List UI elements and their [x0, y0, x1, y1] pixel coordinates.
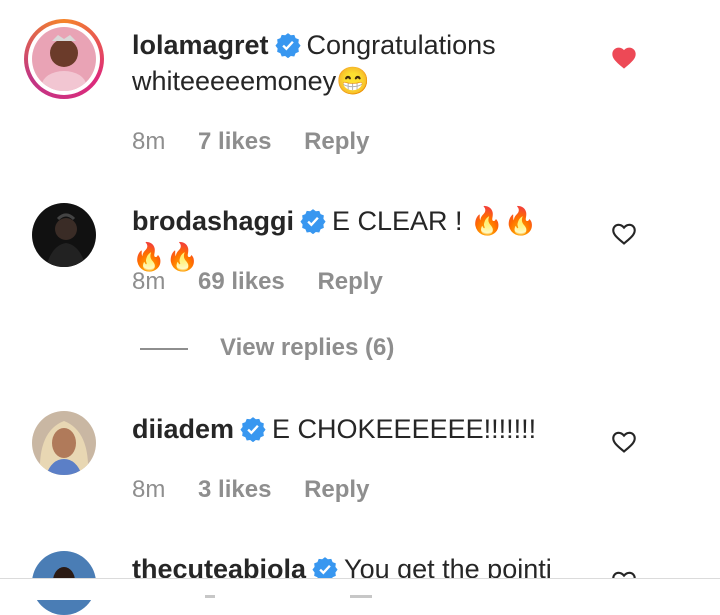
verified-badge-icon	[300, 207, 326, 235]
like-heart-outline-icon[interactable]	[610, 220, 638, 246]
username[interactable]: brodashaggi	[132, 206, 294, 236]
comment-text: E CHOKEEEEEE!!!!!!!	[272, 414, 537, 444]
likes-count[interactable]: 7 likes	[198, 128, 271, 155]
likes-count[interactable]: 3 likes	[198, 476, 271, 503]
comment-time: 8m	[132, 128, 166, 155]
likes-count[interactable]: 69 likes	[198, 268, 285, 295]
verified-badge-icon	[240, 415, 266, 443]
username[interactable]: diiadem	[132, 414, 234, 444]
comment-meta: 8m 3 likes Reply	[132, 476, 395, 504]
username[interactable]: lolamagret	[132, 30, 269, 60]
comment-text-block: diiadem E CHOKEEEEEE!!!!!!!	[132, 411, 562, 447]
comment-meta: 8m 7 likes Reply	[132, 128, 395, 156]
avatar[interactable]	[32, 411, 96, 475]
bar-mark	[350, 595, 372, 598]
reply-button[interactable]: Reply	[317, 268, 382, 295]
like-heart-icon[interactable]	[610, 44, 638, 70]
view-replies-label: View replies (6)	[220, 334, 395, 361]
replies-divider-line	[140, 347, 188, 350]
comment-text-block: lolamagret Congratulations whiteeeeemoney…	[132, 27, 562, 99]
comment-time: 8m	[132, 476, 166, 503]
bar-mark	[205, 595, 215, 598]
comment-meta: 8m 69 likes Reply	[132, 268, 409, 296]
profile-photo-icon	[32, 411, 96, 475]
avatar[interactable]	[24, 19, 104, 99]
comment-input-bar[interactable]	[0, 579, 720, 600]
comment-text-block: brodashaggi E CLEAR ! 🔥🔥🔥🔥	[132, 203, 562, 275]
comment-time: 8m	[132, 268, 166, 295]
reply-button[interactable]: Reply	[304, 128, 369, 155]
profile-photo-icon	[32, 203, 96, 267]
reply-button[interactable]: Reply	[304, 476, 369, 503]
like-heart-outline-icon[interactable]	[610, 428, 638, 454]
profile-photo-icon	[32, 27, 96, 91]
avatar[interactable]	[32, 203, 96, 267]
emoji: 😁	[336, 66, 370, 96]
verified-badge-icon	[274, 31, 301, 59]
view-replies-button[interactable]: View replies (6)	[140, 334, 394, 362]
